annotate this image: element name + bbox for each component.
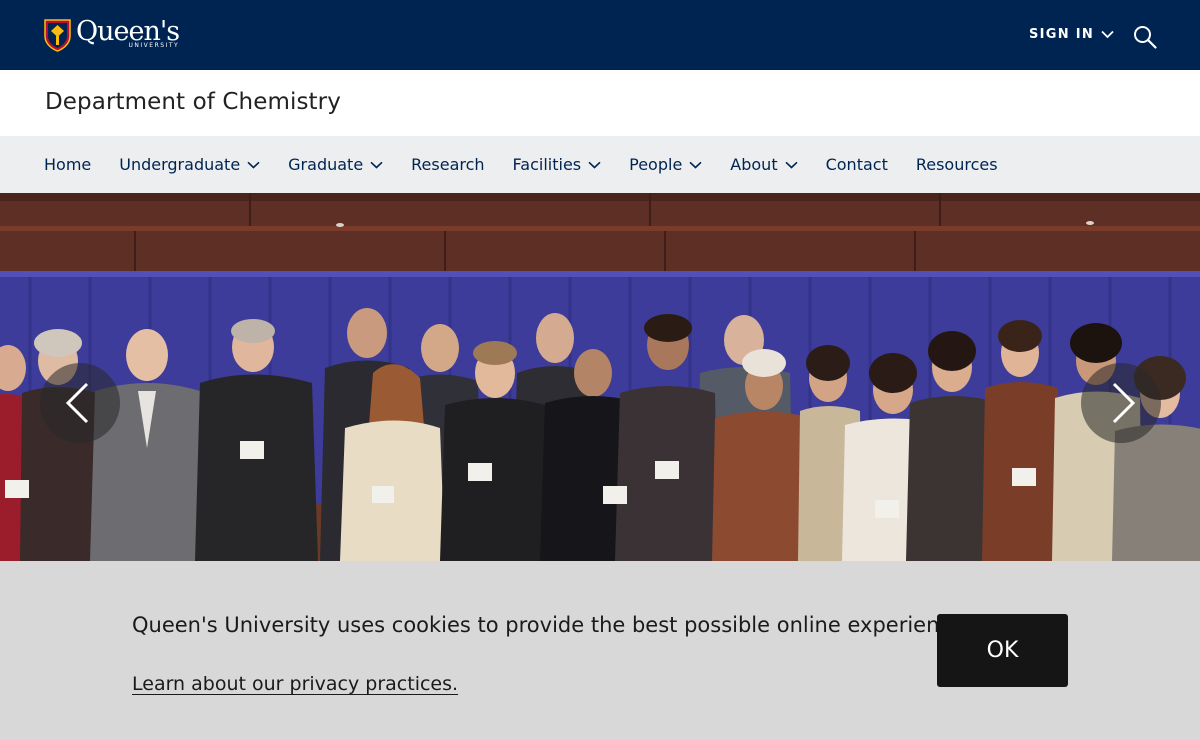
queens-logo[interactable]: Queen's UNIVERSITY xyxy=(44,15,180,53)
privacy-link[interactable]: Learn about our privacy practices. xyxy=(132,673,458,695)
wordmark-text: Queen's xyxy=(76,15,180,47)
wordmark: Queen's UNIVERSITY xyxy=(76,15,180,49)
nav-item-label: Graduate xyxy=(288,155,364,174)
nav-item-label: About xyxy=(730,155,778,174)
chevron-down-icon xyxy=(689,161,702,169)
chevron-right-icon xyxy=(1112,382,1136,424)
chevron-down-icon xyxy=(588,161,601,169)
search-icon[interactable] xyxy=(1133,25,1157,49)
cookie-message: Queen's University uses cookies to provi… xyxy=(132,613,971,637)
carousel-prev-button[interactable] xyxy=(40,363,120,443)
nav-item-people[interactable]: People xyxy=(629,155,702,174)
nav-item-label: Facilities xyxy=(512,155,582,174)
nav-item-facilities[interactable]: Facilities xyxy=(513,155,602,174)
chevron-down-icon xyxy=(785,161,798,169)
page-title[interactable]: Department of Chemistry xyxy=(45,89,341,115)
chevron-left-icon xyxy=(65,382,89,424)
nav-item-label: Home xyxy=(44,155,92,174)
nav-item-label: Research xyxy=(411,155,485,174)
crest-icon xyxy=(44,18,71,52)
sign-in-label: SIGN IN xyxy=(1029,27,1095,42)
top-bar: Queen's UNIVERSITY SIGN IN xyxy=(0,0,1200,70)
carousel-next-button[interactable] xyxy=(1081,363,1161,443)
group-photo xyxy=(0,193,1200,561)
main-nav: Home Undergraduate Graduate Research Fac… xyxy=(0,136,1200,193)
chevron-down-icon xyxy=(370,161,383,169)
nav-item-label: Resources xyxy=(915,155,998,174)
nav-item-undergraduate[interactable]: Undergraduate xyxy=(119,155,260,174)
nav-item-graduate[interactable]: Graduate xyxy=(288,155,383,174)
nav-item-about[interactable]: About xyxy=(730,155,798,174)
nav-item-research[interactable]: Research xyxy=(411,155,484,174)
chevron-down-icon xyxy=(1101,30,1114,39)
cookie-ok-button[interactable]: OK xyxy=(937,614,1068,687)
cookie-banner: Queen's University uses cookies to provi… xyxy=(0,561,1200,740)
sign-in-button[interactable]: SIGN IN xyxy=(1029,27,1114,42)
nav-item-label: People xyxy=(629,155,683,174)
hero-carousel xyxy=(0,193,1200,561)
nav-item-home[interactable]: Home xyxy=(44,155,91,174)
department-header: Department of Chemistry xyxy=(0,70,1200,136)
nav-item-resources[interactable]: Resources xyxy=(916,155,998,174)
nav-item-label: Undergraduate xyxy=(119,155,241,174)
nav-item-contact[interactable]: Contact xyxy=(826,155,888,174)
nav-item-label: Contact xyxy=(825,155,888,174)
chevron-down-icon xyxy=(247,161,260,169)
